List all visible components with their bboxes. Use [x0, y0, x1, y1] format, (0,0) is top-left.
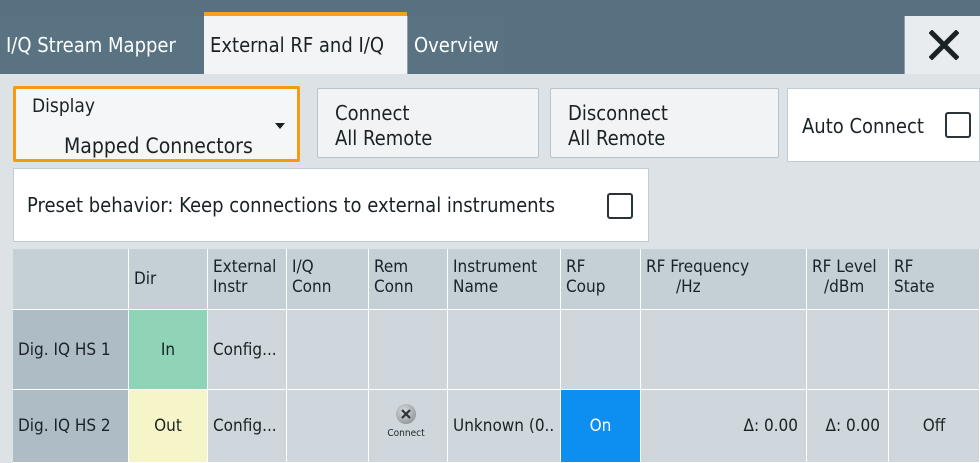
connect-button-hs2[interactable]: Connect [386, 404, 426, 448]
row-label-dig-iq-hs2: Dig. IQ HS 2 [13, 390, 129, 463]
header-rf-state-l1: RF [894, 257, 914, 277]
header-external-instr: External Instr [208, 249, 287, 310]
close-button[interactable] [904, 16, 980, 74]
header-iq-conn-l2: Conn [292, 277, 332, 297]
header-rf-frequency-l2: /Hz [676, 277, 701, 297]
preset-behavior-label: Preset behavior: Keep connections to ext… [27, 193, 555, 217]
tab-external-rf-and-iq[interactable]: External RF and I/Q [204, 12, 407, 74]
dropdown-caret-icon [275, 123, 285, 129]
instrument-name-cell-hs2: Unknown (0.. [448, 390, 561, 463]
disconnect-button-line1: Disconnect [568, 101, 668, 125]
header-rf-state: RF State [889, 249, 980, 310]
connect-caption: Connect [387, 428, 425, 439]
display-dropdown[interactable]: Display Mapped Connectors [13, 86, 300, 162]
preset-behavior-checkbox[interactable] [607, 193, 633, 219]
rf-state-cell-hs2[interactable]: Off [889, 390, 980, 463]
rf-state-cell-hs1 [889, 310, 980, 390]
header-rf-state-l2: State [894, 277, 935, 297]
close-icon [929, 30, 959, 60]
iq-conn-cell-hs1 [287, 310, 369, 390]
dir-cell-hs1[interactable]: In [129, 310, 208, 390]
header-instrument-name: Instrument Name [448, 249, 561, 310]
header-rem-conn-l2: Conn [374, 277, 414, 297]
rem-conn-cell-hs1 [369, 310, 448, 390]
header-instrument-name-l2: Name [453, 277, 499, 297]
header-rem-conn: Rem Conn [369, 249, 448, 310]
config-button-hs2[interactable]: Config... [208, 390, 287, 463]
header-rem-conn-l1: Rem [374, 257, 409, 277]
tab-overview[interactable]: Overview [407, 16, 504, 74]
config-button-hs1[interactable]: Config... [208, 310, 287, 390]
header-dir: Dir [129, 249, 208, 310]
rf-level-cell-hs2[interactable]: Δ: 0.00 [807, 390, 889, 463]
disconnect-button-line2: All Remote [568, 126, 666, 150]
header-iq-conn: I/Q Conn [287, 249, 369, 310]
header-iq-conn-l1: I/Q [292, 257, 314, 277]
instrument-name-cell-hs1 [448, 310, 561, 390]
header-rf-level-l2: /dBm [824, 277, 865, 297]
dir-cell-hs2[interactable]: Out [129, 390, 208, 463]
header-cell-row-label [13, 249, 129, 310]
display-value: Mapped Connectors [64, 134, 253, 158]
auto-connect-control: Auto Connect [787, 88, 980, 162]
row-label-dig-iq-hs1: Dig. IQ HS 1 [13, 310, 129, 390]
header-instrument-name-l1: Instrument [453, 257, 538, 277]
tab-bar: I/Q Stream Mapper External RF and I/Q Ov… [0, 0, 980, 74]
auto-connect-label: Auto Connect [802, 114, 924, 138]
connect-button-line1: Connect [335, 101, 410, 125]
display-label: Display [32, 95, 96, 117]
header-external-instr-l2: Instr [213, 277, 248, 297]
connections-table: Dir External Instr I/Q Conn Rem Conn Instru… [13, 249, 980, 463]
auto-connect-checkbox[interactable] [945, 112, 971, 138]
header-rf-level: RF Level/dBm [807, 249, 889, 310]
rf-frequency-cell-hs1 [641, 310, 807, 390]
rem-conn-cell-hs2[interactable]: Connect [369, 390, 448, 463]
rf-coup-cell-hs2[interactable]: On [561, 390, 641, 463]
connect-all-remote-button[interactable]: Connect All Remote [317, 88, 539, 158]
header-rf-coup: RF Coup [561, 249, 641, 310]
rf-level-cell-hs1 [807, 310, 889, 390]
connect-button-line2: All Remote [335, 126, 433, 150]
connect-icon [396, 404, 416, 424]
header-external-instr-l1: External [213, 257, 277, 277]
header-rf-frequency: RF Frequency/Hz [641, 249, 807, 310]
iq-conn-cell-hs2 [287, 390, 369, 463]
rf-coup-cell-hs1 [561, 310, 641, 390]
header-rf-frequency-l1: RF Frequency [646, 257, 750, 277]
preset-behavior-control: Preset behavior: Keep connections to ext… [13, 168, 649, 242]
rf-frequency-cell-hs2[interactable]: Δ: 0.00 [641, 390, 807, 463]
disconnect-all-remote-button[interactable]: Disconnect All Remote [550, 88, 779, 158]
header-rf-coup-l2: Coup [566, 277, 606, 297]
tab-iq-stream-mapper[interactable]: I/Q Stream Mapper [0, 16, 204, 74]
header-rf-coup-l1: RF [566, 257, 586, 277]
header-rf-level-l1: RF Level [812, 257, 877, 277]
